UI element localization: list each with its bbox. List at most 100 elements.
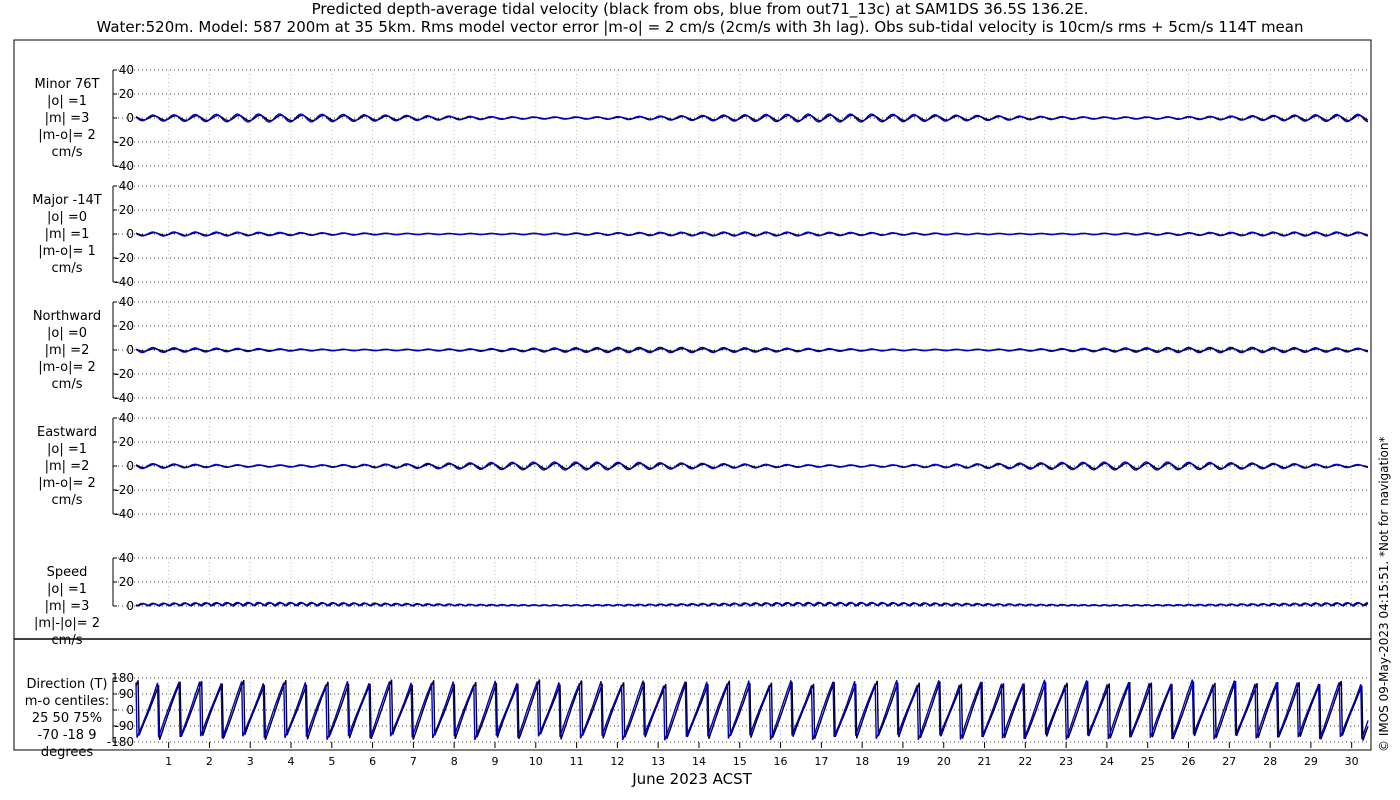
panel-4: 40 20 0 Speed |o| =1 |m| =3 |m|-|o|= 2 cm/s (34, 551, 1369, 648)
x-tick-label: 8 (451, 755, 458, 768)
x-tick-label: 29 (1304, 755, 1318, 768)
y-tick-label: 40 (119, 551, 134, 565)
x-axis-label: June 2023 ACST (631, 770, 752, 788)
y-tick-label: -180 (107, 735, 134, 749)
x-tick-label: 2 (206, 755, 213, 768)
y-tick-label: 20 (119, 319, 134, 333)
y-tick-label: -20 (114, 367, 134, 381)
panel-label-line: cm/s (52, 377, 83, 392)
x-tick-label: 16 (774, 755, 788, 768)
panel-label-line: Speed (47, 565, 88, 580)
x-tick-label: 24 (1100, 755, 1114, 768)
panel-label-line: -70 -18 9 (37, 728, 96, 743)
panel-label-line: |m-o|= 2 (38, 476, 96, 491)
x-tick-label: 3 (247, 755, 254, 768)
panel-label-line: |o| =1 (47, 94, 87, 109)
panel-label-line: Direction (T) (27, 677, 108, 692)
footer-text: © IMOS 09-May-2023 04:15:51. *Not for na… (1377, 437, 1391, 753)
x-tick-label: 27 (1222, 755, 1236, 768)
x-tick-label: 11 (570, 755, 584, 768)
y-tick-label: 20 (119, 575, 134, 589)
y-tick-label: 40 (119, 179, 134, 193)
x-tick-label: 17 (814, 755, 828, 768)
panel-label-line: |m-o|= 2 (38, 128, 96, 143)
x-tick-label: 10 (529, 755, 543, 768)
y-tick-label: -20 (114, 483, 134, 497)
panel-label-line: |m|-|o|= 2 (34, 616, 100, 631)
x-tick-label: 19 (896, 755, 910, 768)
x-tick-label: 12 (610, 755, 624, 768)
panel-label-line: |m| =2 (45, 343, 90, 358)
panel-label-line: |m-o|= 2 (38, 360, 96, 375)
panel-label-line: 25 50 75% (32, 711, 102, 726)
y-tick-label: 20 (119, 435, 134, 449)
y-tick-label: 40 (119, 411, 134, 425)
y-tick-label: -40 (114, 159, 134, 173)
y-tick-label: -40 (114, 391, 134, 405)
x-tick-label: 23 (1059, 755, 1073, 768)
model-series-line (135, 679, 1369, 741)
panel-2: 40 20 0 -20 -40 Northward |o| =0 |m| =2 |m-o|= 2… (33, 295, 1369, 405)
figure-frame (13, 39, 1372, 751)
x-tick-label: 14 (692, 755, 706, 768)
y-tick-label: 20 (119, 203, 134, 217)
x-tick-label: 18 (855, 755, 869, 768)
panel-0: 40 20 0 -20 -40 Minor 76T |o| =1 |m| =3 |m-o|= 2… (35, 63, 1369, 173)
x-tick-label: 9 (491, 755, 498, 768)
y-tick-label: 90 (119, 687, 134, 701)
x-tick-label: 28 (1263, 755, 1277, 768)
y-tick-label: 0 (126, 703, 134, 717)
panel-label-line: cm/s (52, 261, 83, 276)
x-tick-label: 6 (369, 755, 376, 768)
panel-label-line: cm/s (52, 633, 83, 648)
panel-label-line: |m| =3 (45, 111, 90, 126)
x-axis: 1 2 3 4 5 6 7 8 9 10 11 12 13 14 15 16 17 18 19 20 21 22 23 24 2… (165, 742, 1359, 768)
y-tick-label: -40 (114, 275, 134, 289)
x-tick-label: 21 (978, 755, 992, 768)
y-tick-label: 0 (126, 343, 134, 357)
panel-label-line: |m| =2 (45, 459, 90, 474)
panel-label-line: |o| =1 (47, 582, 87, 597)
panel-label-line: Eastward (37, 425, 97, 440)
panel-label-line: |o| =0 (47, 210, 87, 225)
x-tick-label: 7 (410, 755, 417, 768)
panel-3: 40 20 0 -20 -40 Eastward |o| =1 |m| =2 |m-o|= 2 c… (37, 411, 1369, 521)
x-tick-label: 25 (1141, 755, 1155, 768)
x-tick-label: 22 (1018, 755, 1032, 768)
y-tick-label: 40 (119, 295, 134, 309)
panel-label-line: m-o centiles: (25, 694, 110, 709)
y-tick-label: 40 (119, 63, 134, 77)
panel-5: 180 90 0 -90 -180 Direction (T) m-o centiles: 2… (25, 671, 1369, 760)
panel-label-line: |m| =3 (45, 599, 90, 614)
y-tick-label: -40 (114, 507, 134, 521)
panel-label-line: |o| =1 (47, 442, 87, 457)
x-tick-label: 30 (1345, 755, 1359, 768)
panel-label-line: degrees (41, 745, 94, 760)
x-tick-label: 13 (651, 755, 665, 768)
y-tick-label: 180 (111, 671, 134, 685)
panel-label-line: |o| =0 (47, 326, 87, 341)
panel-label-line: cm/s (52, 145, 83, 160)
x-tick-label: 5 (328, 755, 335, 768)
panel-label-line: |m-o|= 1 (38, 244, 96, 259)
y-tick-label: 0 (126, 459, 134, 473)
tidal-velocity-figure: 40200-20-40Minor 76T|o| =1|m| =3|m-o|= 2… (13, 39, 1391, 788)
y-tick-label: -20 (114, 135, 134, 149)
y-tick-label: 20 (119, 87, 134, 101)
x-tick-label: 26 (1182, 755, 1196, 768)
x-tick-label: 20 (937, 755, 951, 768)
y-tick-label: -20 (114, 251, 134, 265)
panel-label-line: Northward (33, 309, 101, 324)
panel-label-line: Major -14T (32, 193, 101, 208)
y-tick-label: -90 (114, 719, 134, 733)
panel-label-line: cm/s (52, 493, 83, 508)
x-tick-label: 1 (165, 755, 172, 768)
x-tick-label: 4 (288, 755, 295, 768)
y-tick-label: 0 (126, 599, 134, 613)
panel-1: 40 20 0 -20 -40 Major -14T |o| =0 |m| =1 |m-o|= … (32, 179, 1369, 289)
x-tick-label: 15 (733, 755, 747, 768)
panel-label-line: Minor 76T (35, 77, 100, 92)
y-tick-label: 0 (126, 111, 134, 125)
panel-label-line: |m| =1 (45, 227, 90, 242)
y-tick-label: 0 (126, 227, 134, 241)
